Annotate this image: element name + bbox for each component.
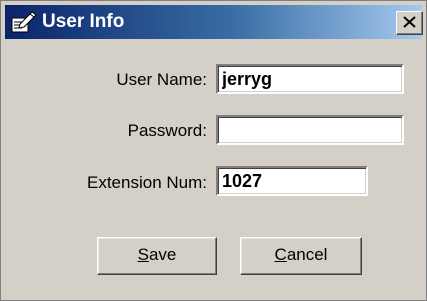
cancel-button[interactable]: Cancel bbox=[240, 237, 362, 275]
save-button[interactable]: Save bbox=[97, 237, 217, 275]
password-label: Password: bbox=[127, 121, 207, 140]
user-info-dialog: User Info User Name: Password: Extension… bbox=[0, 0, 427, 301]
title-bar[interactable]: User Info bbox=[5, 5, 423, 39]
save-label-rest: ave bbox=[148, 245, 177, 264]
username-input[interactable] bbox=[220, 68, 402, 90]
extension-field[interactable] bbox=[216, 166, 368, 196]
password-field[interactable] bbox=[216, 115, 404, 145]
close-x-icon bbox=[403, 16, 416, 28]
window-title: User Info bbox=[42, 11, 125, 32]
password-input[interactable] bbox=[220, 119, 402, 141]
close-button[interactable] bbox=[396, 11, 423, 35]
save-mnemonic: S bbox=[137, 245, 149, 264]
username-label: User Name: bbox=[116, 70, 207, 89]
extension-label: Extension Num: bbox=[87, 173, 207, 192]
cancel-mnemonic: C bbox=[274, 245, 287, 264]
cancel-label-rest: ancel bbox=[286, 245, 328, 264]
username-field[interactable] bbox=[216, 64, 404, 94]
extension-input[interactable] bbox=[220, 170, 366, 192]
notepad-pen-icon bbox=[10, 10, 38, 34]
